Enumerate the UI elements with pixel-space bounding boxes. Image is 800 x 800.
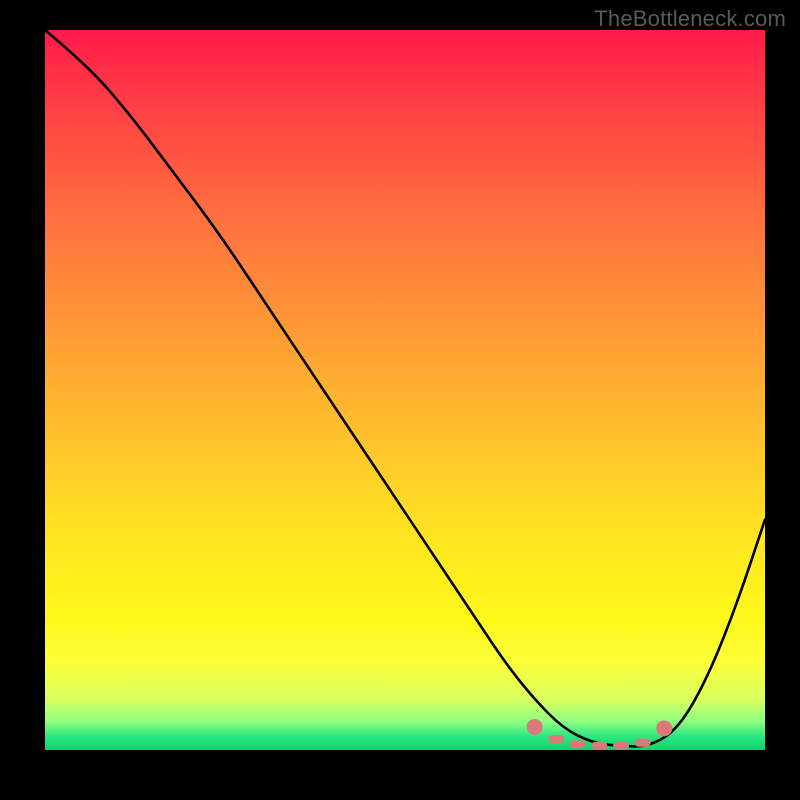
flat-region-dash	[591, 742, 607, 750]
flat-region-dash	[570, 740, 586, 748]
flat-region-dash	[635, 739, 651, 747]
flat-region-dash	[548, 735, 564, 743]
flat-region-dash	[613, 742, 629, 750]
chart-svg	[45, 30, 765, 750]
flat-region-end-dot	[527, 719, 543, 735]
flat-region-end-dot	[656, 720, 672, 736]
bottleneck-curve-line	[45, 30, 765, 746]
chart-plot-area	[45, 30, 765, 750]
watermark-text: TheBottleneck.com	[594, 6, 786, 32]
